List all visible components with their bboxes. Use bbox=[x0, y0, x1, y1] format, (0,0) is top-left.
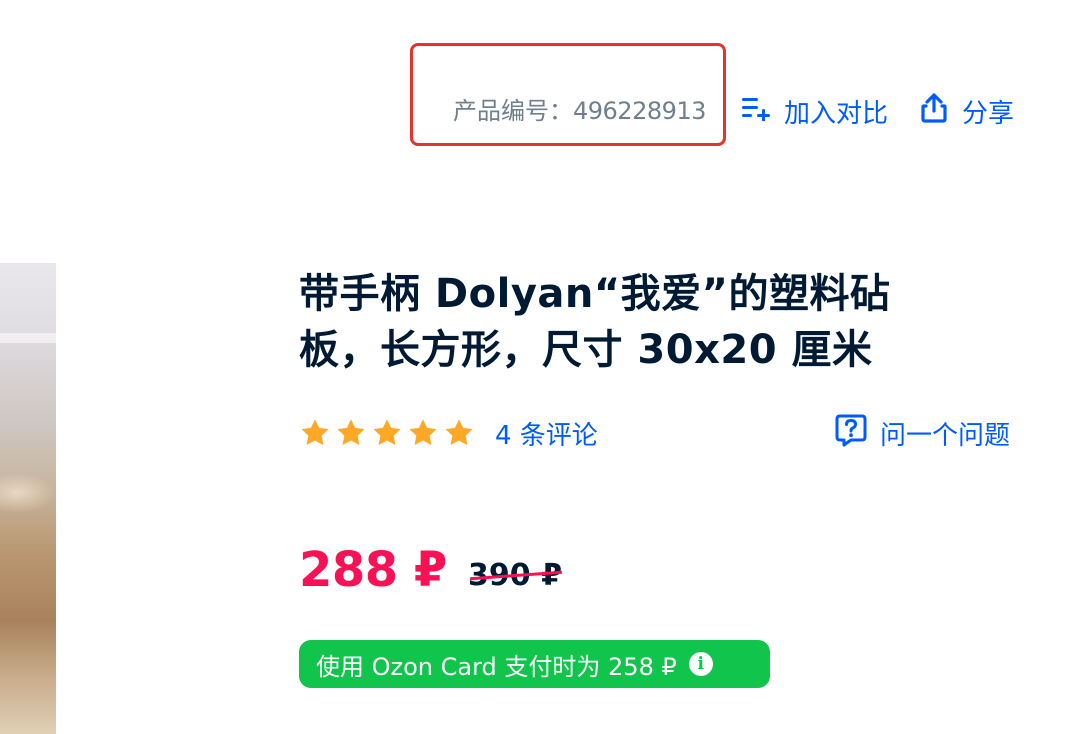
star-icon bbox=[301, 419, 329, 445]
compare-list-icon bbox=[740, 95, 772, 128]
sku-highlight-box bbox=[410, 43, 726, 146]
info-icon[interactable]: i bbox=[688, 652, 713, 676]
question-bubble-icon bbox=[834, 413, 868, 454]
product-title-line: 带手柄 Dolyan“我爱”的塑料砧 bbox=[299, 271, 891, 317]
product-image[interactable] bbox=[0, 263, 56, 734]
product-title: 带手柄 Dolyan“我爱”的塑料砧 板，长方形，尺寸 30x20 厘米 bbox=[299, 266, 959, 378]
share-label: 分享 bbox=[962, 98, 1015, 129]
ask-label: 问一个问题 bbox=[880, 420, 1011, 451]
star-icon bbox=[337, 419, 365, 445]
old-price: 390 ₽ bbox=[468, 556, 562, 596]
product-page: 产品编号：496228913 加入对比 分享 带手柄 Dolyan“我爱”的塑料… bbox=[0, 0, 1078, 734]
card-offer-text: 使用 Ozon Card 支付时为 258 ₽ bbox=[316, 652, 677, 681]
share-button[interactable]: 分享 bbox=[920, 92, 1014, 129]
reviews-link[interactable]: 4 条评论 bbox=[495, 415, 598, 452]
rating-row: 4 条评论 bbox=[299, 414, 598, 452]
sku-label: 产品编号： bbox=[453, 97, 573, 125]
ozon-card-offer-badge[interactable]: 使用 Ozon Card 支付时为 258 ₽ i bbox=[299, 640, 770, 688]
current-price: 288 ₽ bbox=[299, 542, 447, 598]
star-icon bbox=[409, 419, 437, 445]
rating-stars[interactable] bbox=[299, 417, 475, 449]
add-to-compare-button[interactable]: 加入对比 bbox=[740, 95, 888, 129]
compare-label: 加入对比 bbox=[784, 98, 889, 129]
product-title-line: 板，长方形，尺寸 30x20 厘米 bbox=[299, 327, 873, 373]
star-icon bbox=[445, 419, 473, 445]
sku-value: 496228913 bbox=[573, 97, 706, 125]
product-sku: 产品编号：496228913 bbox=[453, 96, 706, 126]
ask-question-button[interactable]: 问一个问题 bbox=[834, 414, 1010, 452]
share-icon bbox=[920, 92, 948, 130]
star-icon bbox=[373, 419, 401, 445]
image-highlight bbox=[0, 333, 56, 343]
image-highlight bbox=[0, 473, 56, 513]
